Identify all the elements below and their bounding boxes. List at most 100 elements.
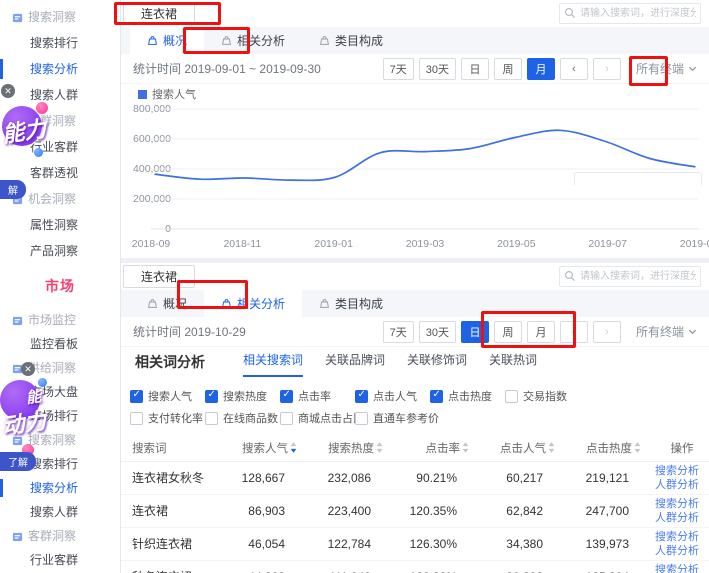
metric-checkbox-item[interactable]: 点击人气 (355, 388, 430, 404)
checkbox-icon[interactable] (130, 390, 143, 403)
terminal-label: 所有终端 (636, 60, 684, 77)
action-link-搜索分析[interactable]: 搜索分析 (655, 497, 709, 511)
metric-checkbox-item[interactable]: 在线商品数 (205, 410, 280, 426)
x-tick-label: 2018-09 (132, 238, 171, 250)
sub-tab-相关搜索词[interactable]: 相关搜索词 (243, 347, 303, 377)
sidebar-item-label: 搜索人群 (30, 505, 78, 519)
metric-checkbox-item[interactable]: 商城点击占比 (280, 410, 355, 426)
prev-page-button[interactable]: ‹ (560, 321, 588, 343)
sidebar-item[interactable]: 市场大盘 (0, 380, 120, 404)
sort-icon[interactable] (462, 442, 469, 456)
search-input[interactable] (559, 3, 701, 24)
sub-tab-关联品牌词[interactable]: 关联品牌词 (325, 347, 385, 377)
sidebar-item-group[interactable]: 供给洞察 (0, 356, 120, 380)
bag-icon (147, 35, 158, 46)
range-button[interactable]: 月 (527, 58, 555, 80)
sort-icon[interactable] (290, 442, 297, 456)
checkbox-icon[interactable] (505, 390, 518, 403)
sort-icon[interactable] (548, 442, 555, 456)
action-link-人群分析[interactable]: 人群分析 (655, 478, 709, 492)
tab-概况[interactable]: 概况 (130, 290, 204, 317)
metric-checkbox-item[interactable]: 支付转化率 (130, 410, 205, 426)
action-link-人群分析[interactable]: 人群分析 (655, 511, 709, 525)
cell-value: 62,842 (483, 494, 569, 527)
metric-checkbox-item[interactable]: 搜索热度 (205, 388, 280, 404)
tab-相关分析[interactable]: 相关分析 (204, 27, 302, 54)
metric-checkbox-item[interactable]: 交易指数 (505, 388, 580, 404)
sidebar-item[interactable]: 搜索分析 (0, 56, 120, 82)
sidebar-item[interactable]: 行业客群 (0, 134, 120, 160)
range-button[interactable]: 日 (461, 58, 489, 80)
keyword-tag[interactable]: 连衣裙 (123, 2, 195, 25)
sidebar-item[interactable]: 市场排行 (0, 404, 120, 428)
stats-row: 统计时间 2019-10-29 7天30天日周月‹›所有终端 (121, 317, 709, 347)
tab-概况[interactable]: 概况 (130, 27, 204, 54)
sidebar-item-group[interactable]: 搜索洞察 (0, 4, 120, 30)
sub-tab-关联修饰词[interactable]: 关联修饰词 (407, 347, 467, 377)
column-header-点击人气[interactable]: 点击人气 (483, 435, 569, 461)
sidebar-item-group[interactable]: 市场监控 (0, 308, 120, 332)
promo-badge[interactable]: 解 (0, 180, 26, 199)
metric-checkbox-item[interactable]: 点击热度 (430, 388, 505, 404)
sidebar-item[interactable]: 搜索人群 (0, 500, 120, 524)
action-link-搜索分析[interactable]: 搜索分析 (655, 563, 709, 573)
sidebar-item[interactable]: 搜索人群 (0, 82, 120, 108)
range-button[interactable]: 月 (527, 321, 555, 343)
action-link-搜索分析[interactable]: 搜索分析 (655, 464, 709, 478)
metric-checkbox-item[interactable]: 直通车参考价 (355, 410, 430, 426)
metric-checkbox-item[interactable]: 搜索人气 (130, 388, 205, 404)
sidebar-item[interactable]: 产品洞察 (0, 238, 120, 264)
metric-checkbox-item[interactable]: 点击率 (280, 388, 355, 404)
checkbox-icon[interactable] (130, 412, 143, 425)
column-header-点击热度[interactable]: 点击热度 (569, 435, 655, 461)
prev-page-button[interactable]: ‹ (560, 58, 588, 80)
checkbox-icon[interactable] (280, 390, 293, 403)
checkbox-icon[interactable] (280, 412, 293, 425)
checkbox-icon[interactable] (430, 390, 443, 403)
tab-类目构成[interactable]: 类目构成 (302, 290, 400, 317)
range-button[interactable]: 周 (494, 58, 522, 80)
sort-icon[interactable] (634, 442, 641, 456)
close-icon[interactable]: ✕ (1, 84, 15, 98)
tab-类目构成[interactable]: 类目构成 (302, 27, 400, 54)
column-header-搜索热度[interactable]: 搜索热度 (311, 435, 397, 461)
cell-value: 90.21% (397, 461, 483, 494)
checkbox-icon[interactable] (355, 412, 368, 425)
terminal-dropdown[interactable]: 所有终端 (636, 323, 697, 340)
sidebar-item[interactable]: 属性洞察 (0, 212, 120, 238)
range-button[interactable]: 7天 (383, 321, 414, 343)
sidebar-item-group[interactable]: 客群洞察 (0, 524, 120, 548)
sidebar-item-group[interactable]: 客群洞察 (0, 108, 120, 134)
cell-value: 122,784 (311, 527, 397, 560)
range-controls: 7天30天日周月‹›所有终端 (383, 58, 697, 80)
terminal-dropdown[interactable]: 所有终端 (636, 60, 697, 77)
sidebar-item-label: 搜索排行 (30, 36, 78, 50)
sidebar-item[interactable]: 搜索排行 (0, 30, 120, 56)
column-header-搜索人气[interactable]: 搜索人气 (225, 435, 311, 461)
range-button[interactable]: 周 (494, 321, 522, 343)
search-icon (564, 7, 576, 19)
range-button[interactable]: 30天 (419, 321, 456, 343)
column-header-点击率[interactable]: 点击率 (397, 435, 483, 461)
action-link-搜索分析[interactable]: 搜索分析 (655, 530, 709, 544)
cell-keyword: 秋冬连衣裙 (121, 560, 225, 573)
action-link-人群分析[interactable]: 人群分析 (655, 544, 709, 558)
sidebar-item-group[interactable]: 搜索洞察 (0, 428, 120, 452)
sidebar-item[interactable]: 监控看板 (0, 332, 120, 356)
sidebar-item[interactable]: 行业客群 (0, 548, 120, 572)
keyword-tag[interactable]: 连衣裙 (123, 265, 195, 288)
sidebar-item[interactable]: 搜索分析 (0, 476, 120, 500)
range-button[interactable]: 7天 (383, 58, 414, 80)
checkbox-icon[interactable] (355, 390, 368, 403)
checkbox-icon[interactable] (205, 390, 218, 403)
range-button[interactable]: 30天 (419, 58, 456, 80)
search-input[interactable] (559, 266, 701, 287)
sort-icon[interactable] (376, 442, 383, 456)
promo-badge[interactable]: 了解 (0, 452, 36, 471)
tab-相关分析[interactable]: 相关分析 (204, 290, 302, 317)
checkbox-icon[interactable] (205, 412, 218, 425)
range-button[interactable]: 日 (461, 321, 489, 343)
close-icon[interactable]: ✕ (21, 362, 35, 376)
column-label: 点击热度 (586, 443, 632, 455)
sub-tab-关联热词[interactable]: 关联热词 (489, 347, 537, 377)
